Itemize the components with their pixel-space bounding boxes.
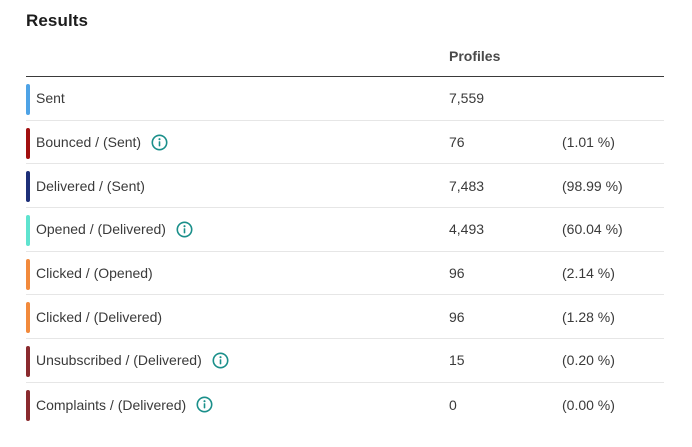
row-color-bar	[26, 258, 30, 290]
info-icon[interactable]	[212, 352, 229, 369]
row-label: Complaints / (Delivered)	[36, 396, 187, 413]
row-label: Delivered / (Sent)	[36, 177, 145, 194]
row-label: Sent	[36, 90, 65, 107]
row-count: 0	[449, 396, 457, 413]
results-row-unsubscribed: Unsubscribed / (Delivered) 15 (0.20 %)	[26, 339, 664, 383]
row-color-bar	[26, 171, 30, 203]
row-count: 7,559	[449, 90, 485, 107]
row-color-bar	[26, 346, 30, 378]
row-percent: (1.01 %)	[562, 134, 615, 151]
row-label: Opened / (Delivered)	[36, 221, 166, 238]
row-label: Clicked / (Opened)	[36, 265, 153, 282]
info-icon[interactable]	[196, 396, 213, 413]
results-row-clicked-opened: Clicked / (Opened) 96 (2.14 %)	[26, 252, 664, 296]
row-count: 4,493	[449, 221, 485, 238]
row-label: Unsubscribed / (Delivered)	[36, 352, 202, 369]
row-label: Bounced / (Sent)	[36, 134, 142, 151]
results-row-delivered: Delivered / (Sent) 7,483 (98.99 %)	[26, 164, 664, 209]
row-percent: (0.20 %)	[562, 352, 615, 369]
row-color-bar	[26, 389, 30, 421]
row-label: Clicked / (Delivered)	[36, 308, 163, 325]
row-count: 7,483	[449, 177, 485, 194]
results-table: Sent 7,559 Bounced / (Sent) 76 (1.01 %) …	[26, 77, 664, 427]
row-percent: (60.04 %)	[562, 221, 623, 238]
results-row-bounced: Bounced / (Sent) 76 (1.01 %)	[26, 121, 664, 165]
results-row-complaints: Complaints / (Delivered) 0 (0.00 %)	[26, 383, 664, 427]
row-count: 15	[449, 352, 465, 369]
row-percent: (98.99 %)	[562, 177, 623, 194]
row-color-bar	[26, 302, 30, 334]
results-panel: Results Profiles Sent 7,559 Bounced / (S…	[0, 0, 692, 447]
info-icon[interactable]	[151, 134, 168, 151]
row-color-bar	[26, 215, 30, 247]
row-percent: (1.28 %)	[562, 308, 615, 325]
row-color-bar	[26, 84, 30, 115]
row-color-bar	[26, 127, 30, 159]
row-count: 96	[449, 308, 465, 325]
results-title: Results	[26, 11, 89, 30]
info-icon[interactable]	[176, 221, 193, 238]
results-row-opened: Opened / (Delivered) 4,493 (60.04 %)	[26, 208, 664, 252]
row-count: 96	[449, 265, 465, 282]
row-percent: (0.00 %)	[562, 396, 615, 413]
results-row-sent: Sent 7,559	[26, 77, 664, 121]
row-count: 76	[449, 134, 465, 151]
profiles-column-header: Profiles	[449, 48, 501, 64]
row-percent: (2.14 %)	[562, 265, 615, 282]
results-row-clicked-delivered: Clicked / (Delivered) 96 (1.28 %)	[26, 295, 664, 340]
